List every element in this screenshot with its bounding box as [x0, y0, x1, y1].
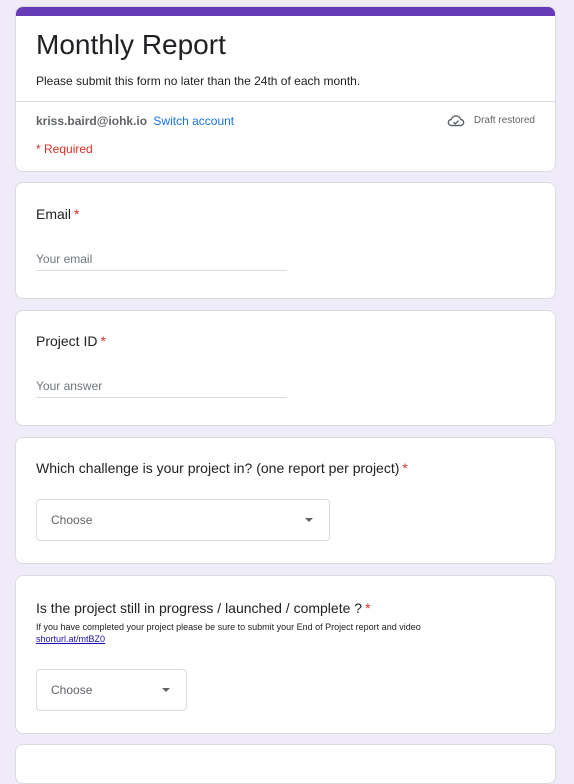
header-divider	[16, 101, 555, 102]
question-title: Project ID *	[36, 333, 106, 349]
required-note: * Required	[36, 142, 93, 156]
question-title-text: Project ID	[36, 333, 98, 349]
question-help-text: If you have completed your project pleas…	[36, 622, 421, 632]
form-description: Please submit this form no later than th…	[36, 74, 361, 88]
switch-account-link[interactable]: Switch account	[153, 114, 234, 128]
email-input[interactable]	[36, 248, 287, 271]
header-accent-band	[16, 7, 555, 16]
required-star: *	[100, 333, 106, 349]
draft-status-label: Draft restored	[473, 114, 535, 126]
select-value: Choose	[51, 683, 93, 697]
cloud-done-icon	[447, 115, 465, 127]
form-title: Monthly Report	[36, 29, 226, 60]
required-star: *	[365, 600, 371, 616]
account-line: kriss.baird@iohk.io Switch account	[36, 114, 234, 128]
question-title: Is the project still in progress / launc…	[36, 600, 371, 616]
question-status-card: Is the project still in progress / launc…	[15, 575, 556, 734]
question-title: Email *	[36, 206, 79, 222]
question-help-link[interactable]: shorturl.at/mtBZ0	[36, 634, 105, 644]
project-id-input[interactable]	[36, 375, 287, 398]
challenge-select[interactable]: Choose	[36, 499, 330, 541]
required-star: *	[402, 460, 408, 476]
account-email: kriss.baird@iohk.io	[36, 114, 148, 128]
form-header-card: Monthly Report Please submit this form n…	[15, 6, 556, 172]
caret-down-icon	[305, 518, 313, 522]
status-select[interactable]: Choose	[36, 669, 187, 711]
required-star: *	[74, 206, 80, 222]
select-value: Choose	[51, 513, 93, 527]
draft-status: Draft restored	[447, 113, 535, 127]
question-title-text: Which challenge is your project in? (one…	[36, 460, 400, 476]
question-email-card: Email *	[15, 182, 556, 299]
question-project-id-card: Project ID *	[15, 310, 556, 426]
question-title-text: Email	[36, 206, 72, 222]
question-title-text: Is the project still in progress / launc…	[36, 600, 363, 616]
question-challenge-card: Which challenge is your project in? (one…	[15, 437, 556, 564]
question-title: Which challenge is your project in? (one…	[36, 460, 408, 476]
caret-down-icon	[162, 688, 170, 692]
next-question-card	[15, 744, 556, 784]
